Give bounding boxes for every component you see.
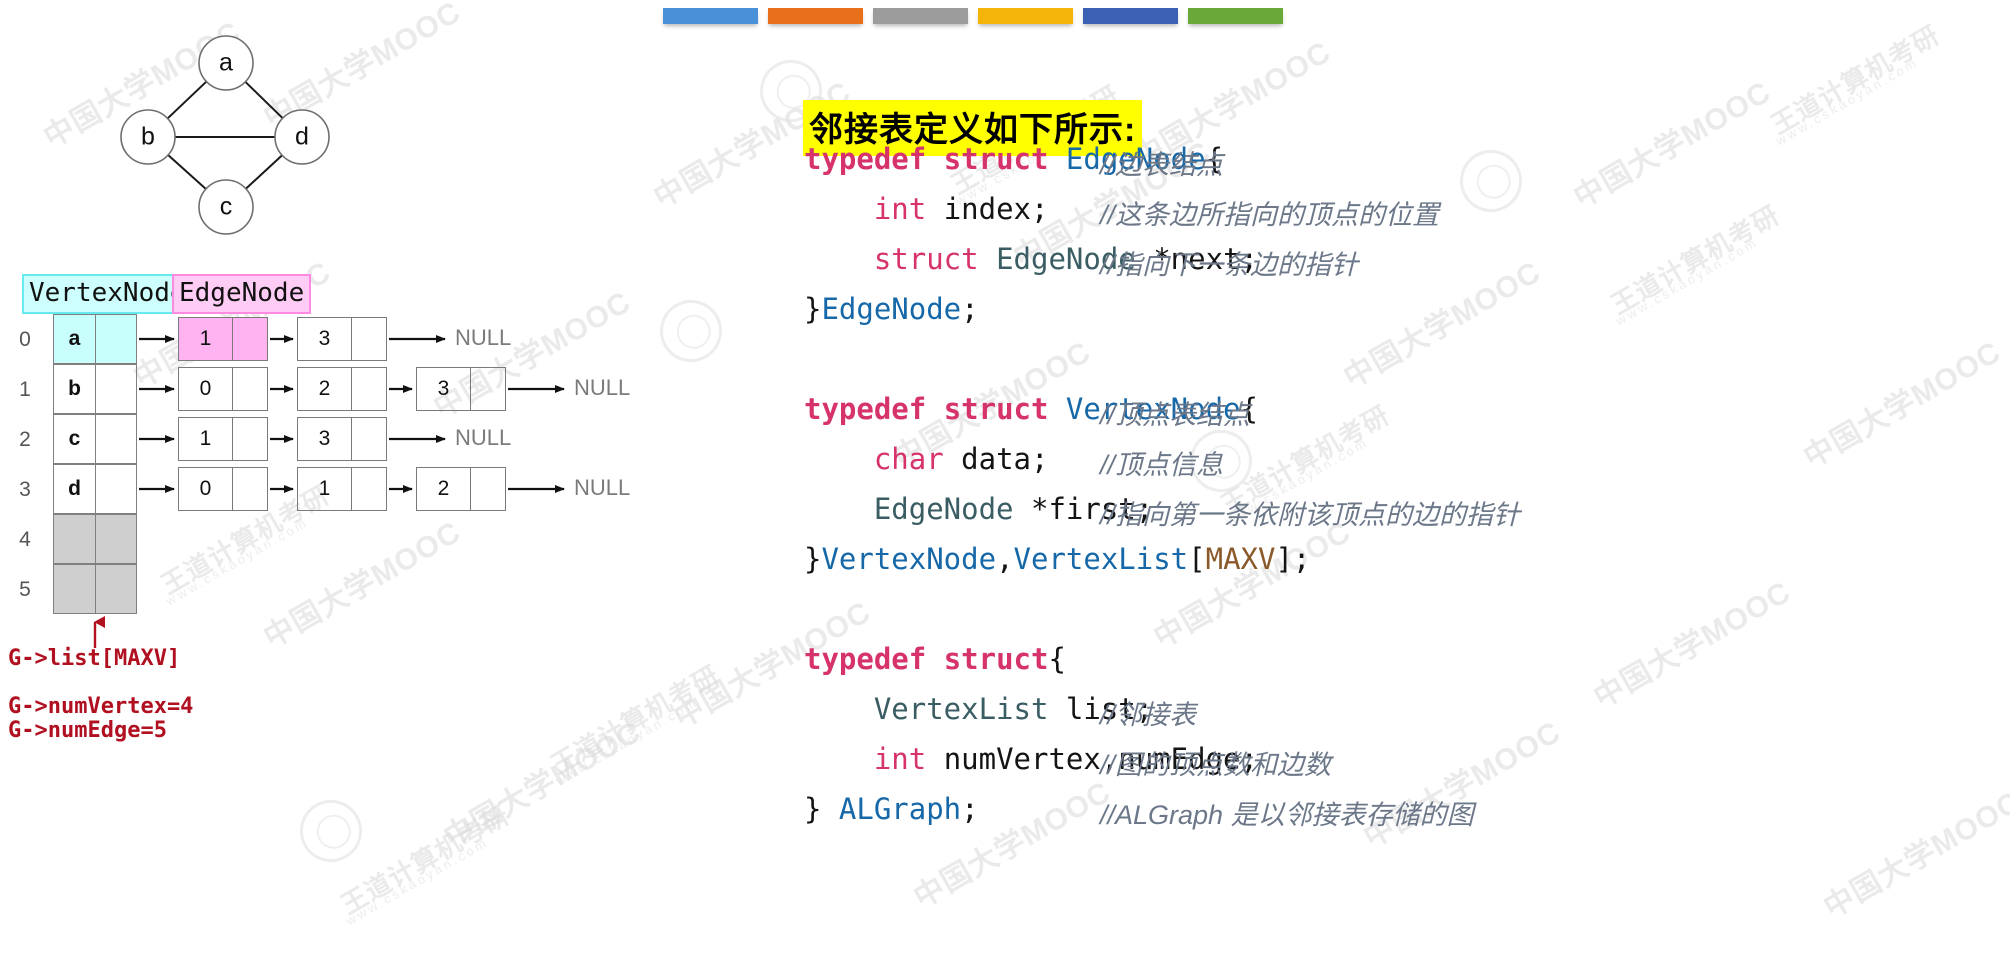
code-line-2: struct EdgeNode *next;//指向下一条边的指针 — [790, 242, 2010, 292]
code-line-text-3: }EdgeNode; — [804, 292, 979, 326]
code-token: typedef — [804, 142, 927, 176]
code-line-text-8: }VertexNode,VertexList[MAXV]; — [804, 542, 1310, 576]
code-line-10: typedef struct{ — [790, 642, 2010, 692]
code-token: EdgeNode — [821, 292, 962, 326]
code-token: struct — [873, 242, 979, 276]
adjacency-list-illustration: abcd VertexNode EdgeNode abcd 012345 13N… — [0, 0, 790, 956]
code-line-12: int numVertex,numEdge;//图的顶点数和边数 — [790, 742, 2010, 792]
code-token: typedef — [804, 392, 927, 426]
code-comment-6: //顶点信息 — [1100, 450, 1224, 480]
code-line-13: } ALGraph; //ALGraph 是以邻接表存储的图 — [790, 792, 2010, 842]
code-token: struct — [943, 642, 1049, 676]
color-bar-3 — [873, 8, 968, 24]
code-line-7: EdgeNode *first;//指向第一条依附该顶点的边的指针 — [790, 492, 2010, 542]
annotation-num-edge: G->numEdge=5 — [8, 718, 167, 743]
code-token: , — [996, 542, 1014, 576]
code-token: int — [873, 742, 927, 776]
code-comment-1: //这条边所指向的顶点的位置 — [1100, 200, 1440, 230]
code-token: ]; — [1275, 542, 1311, 576]
code-token: ALGraph — [838, 792, 962, 826]
code-token: } — [804, 292, 822, 326]
code-token: data; — [943, 442, 1049, 476]
code-definition-panel: 邻接表定义如下所示: typedef struct EdgeNode{//边表结… — [790, 0, 2010, 956]
color-bar-2 — [768, 8, 863, 24]
code-token: [ — [1188, 542, 1206, 576]
code-line-5: typedef struct VertexNode{//顶点表结点 — [790, 392, 2010, 442]
code-token: { — [1048, 642, 1066, 676]
code-comment-5: //顶点表结点 — [1100, 400, 1251, 430]
color-bar-1 — [663, 8, 758, 24]
annotation-list-pointer: G->list[MAXV] — [8, 646, 181, 671]
code-line-text-6: char data; — [804, 442, 1049, 476]
code-token: ; — [961, 792, 979, 826]
color-bar-4 — [978, 8, 1073, 24]
code-token: struct — [943, 142, 1049, 176]
code-token: char — [873, 442, 944, 476]
code-comment-11: //邻接表 — [1100, 700, 1197, 730]
code-line-1: int index; //这条边所指向的顶点的位置 — [790, 192, 2010, 242]
code-token: struct — [943, 392, 1049, 426]
code-line-6: char data; //顶点信息 — [790, 442, 2010, 492]
code-line-0: typedef struct EdgeNode{//边表结点 — [790, 142, 2010, 192]
code-token: } — [804, 792, 839, 826]
code-line-text-1: int index; — [804, 192, 1049, 226]
code-comment-2: //指向下一条边的指针 — [1100, 250, 1359, 280]
code-token: VertexNode — [821, 542, 997, 576]
code-line-8: }VertexNode,VertexList[MAXV]; — [790, 542, 2010, 592]
code-token: ; — [961, 292, 979, 326]
annotation-num-vertex: G->numVertex=4 — [8, 694, 194, 719]
code-token: EdgeNode — [873, 492, 1014, 526]
code-line-text-13: } ALGraph; — [804, 792, 979, 826]
code-line-3: }EdgeNode; — [790, 292, 2010, 342]
code-token: VertexList — [873, 692, 1049, 726]
code-token: int — [873, 192, 927, 226]
code-comment-0: //边表结点 — [1100, 150, 1224, 180]
code-line-11: VertexList list;//邻接表 — [790, 692, 2010, 742]
code-token: } — [804, 542, 822, 576]
code-comment-7: //指向第一条依附该顶点的边的指针 — [1100, 500, 1521, 530]
code-line-text-10: typedef struct{ — [804, 642, 1066, 676]
color-bar-6 — [1188, 8, 1283, 24]
code-comment-13: //ALGraph 是以邻接表存储的图 — [1100, 800, 1474, 830]
color-bar-5 — [1083, 8, 1178, 24]
code-token: MAXV — [1205, 542, 1276, 576]
code-comment-12: //图的顶点数和边数 — [1100, 750, 1332, 780]
code-token: VertexList — [1013, 542, 1189, 576]
code-token: typedef — [804, 642, 927, 676]
linked-list-arrows — [93, 335, 565, 648]
code-token: index; — [926, 192, 1049, 226]
